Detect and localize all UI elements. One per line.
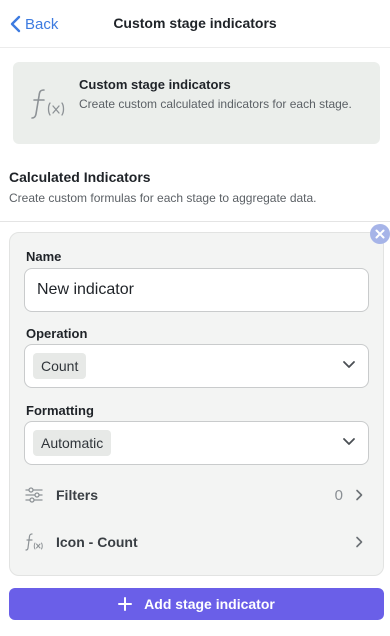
icon-row[interactable]: Icon - Count bbox=[24, 530, 369, 554]
operation-select[interactable]: Count bbox=[24, 344, 369, 388]
section-description: Create custom formulas for each stage to… bbox=[9, 191, 317, 205]
page-title: Custom stage indicators bbox=[113, 15, 277, 31]
section-title: Calculated Indicators bbox=[9, 169, 151, 185]
function-icon bbox=[31, 89, 65, 119]
chevron-down-icon bbox=[343, 361, 355, 368]
chevron-right-icon bbox=[356, 536, 363, 548]
info-card-description: Create custom calculated indicators for … bbox=[79, 97, 352, 111]
add-stage-indicator-label: Add stage indicator bbox=[144, 596, 275, 612]
operation-value: Count bbox=[33, 353, 87, 379]
formatting-value: Automatic bbox=[33, 430, 112, 456]
filters-label: Filters bbox=[56, 487, 99, 503]
name-input[interactable]: New indicator bbox=[24, 268, 369, 312]
chevron-right-icon bbox=[356, 489, 363, 501]
remove-indicator-button[interactable] bbox=[370, 224, 390, 244]
info-card: Custom stage indicators Create custom ca… bbox=[13, 62, 380, 144]
filters-row[interactable]: Filters 0 bbox=[24, 483, 369, 507]
section-divider bbox=[0, 221, 390, 222]
chevron-down-icon bbox=[343, 438, 355, 445]
function-icon bbox=[25, 533, 43, 551]
name-label: Name bbox=[26, 249, 62, 264]
info-card-title: Custom stage indicators bbox=[79, 77, 231, 92]
add-stage-indicator-button[interactable]: Add stage indicator bbox=[9, 588, 384, 620]
formatting-select[interactable]: Automatic bbox=[24, 421, 369, 465]
formatting-label: Formatting bbox=[26, 403, 94, 418]
sliders-icon bbox=[25, 487, 43, 503]
top-bar: Back Custom stage indicators bbox=[0, 0, 390, 48]
plus-icon bbox=[118, 597, 133, 611]
filters-count: 0 bbox=[334, 486, 343, 504]
close-icon bbox=[375, 229, 385, 239]
icon-row-label: Icon - Count bbox=[56, 534, 138, 550]
operation-label: Operation bbox=[26, 326, 88, 341]
